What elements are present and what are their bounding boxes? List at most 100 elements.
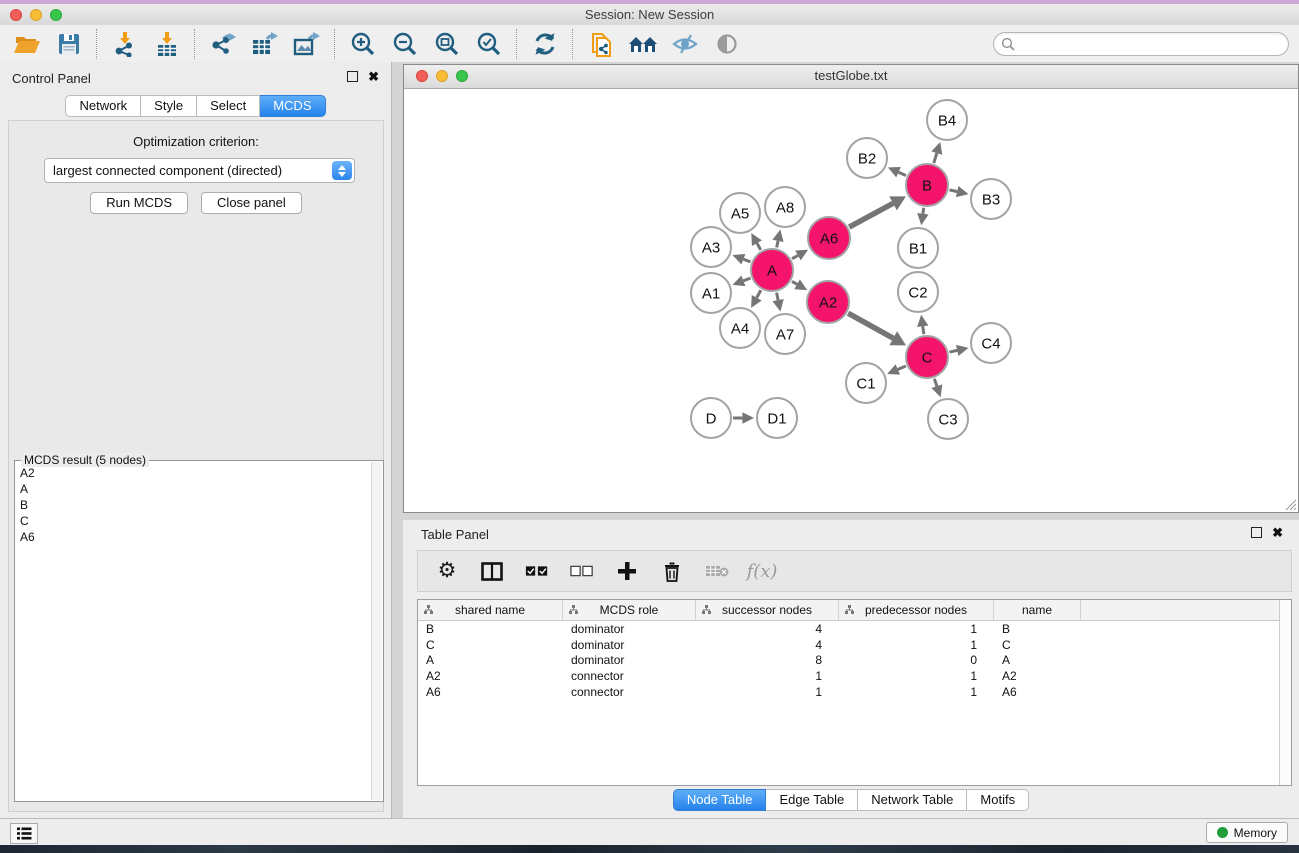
task-history-button[interactable] <box>10 823 38 844</box>
graph-edge-B-B3[interactable] <box>949 190 957 192</box>
hide-eye-icon[interactable] <box>670 30 700 58</box>
refresh-icon[interactable] <box>530 30 560 58</box>
graph-edge-arrowhead <box>917 315 928 327</box>
home-icon[interactable] <box>628 30 658 58</box>
tab-node-table[interactable]: Node Table <box>673 789 767 811</box>
graph-node-label: A6 <box>820 231 838 248</box>
import-table-icon[interactable] <box>152 30 182 58</box>
cell-successor-nodes: 4 <box>696 638 839 652</box>
graph-edge-A6-B[interactable] <box>849 203 893 227</box>
mcds-result-item[interactable]: C <box>16 513 372 529</box>
graph-edge-A-A5[interactable] <box>757 243 761 250</box>
graph-edge-B-B4[interactable] <box>934 153 937 163</box>
graph-edge-C-C3[interactable] <box>934 379 937 386</box>
graph-edge-A-A8[interactable] <box>777 241 778 248</box>
cell-name: A2 <box>994 669 1081 683</box>
mcds-result-item[interactable]: A2 <box>16 465 372 481</box>
gear-icon[interactable]: ⚙ <box>435 559 459 583</box>
mcds-result-item[interactable]: B <box>16 497 372 513</box>
float-icon[interactable] <box>1251 527 1262 538</box>
graph-edge-A-A3[interactable] <box>743 259 750 262</box>
export-network-icon[interactable] <box>208 30 238 58</box>
search-input[interactable] <box>1019 36 1280 52</box>
run-mcds-button[interactable]: Run MCDS <box>90 192 188 214</box>
graph-edge-C-C4[interactable] <box>949 350 957 352</box>
desktop-background-bottom <box>0 845 1299 853</box>
resize-grip-icon[interactable] <box>1284 498 1297 511</box>
graph-edge-B-B1[interactable] <box>923 208 924 214</box>
list-icon <box>17 827 32 840</box>
memory-status-icon <box>1217 827 1228 838</box>
search-field[interactable] <box>993 32 1289 56</box>
table-row[interactable]: A6 connector 1 1 A6 <box>418 684 1291 700</box>
float-icon[interactable] <box>347 71 358 82</box>
zoom-fit-icon[interactable] <box>432 30 462 58</box>
application-window: Session: New Session <box>0 0 1299 853</box>
cell-shared-name: B <box>418 622 563 636</box>
table-header-row: shared name MCDS role successor nodes pr… <box>418 600 1291 621</box>
column-header-name[interactable]: name <box>994 600 1081 620</box>
tab-mcds[interactable]: MCDS <box>260 95 325 117</box>
graph-edge-C-C1[interactable] <box>898 366 906 369</box>
main-titlebar: Session: New Session <box>0 4 1299 26</box>
graph-edge-B-B2[interactable] <box>899 172 906 175</box>
select-stepper-icon <box>332 161 352 180</box>
tab-motifs[interactable]: Motifs <box>967 789 1029 811</box>
zoom-selected-icon[interactable] <box>474 30 504 58</box>
add-column-icon[interactable] <box>615 559 639 583</box>
function-icon[interactable]: f(x) <box>750 559 774 583</box>
close-icon[interactable]: ✖ <box>1272 528 1283 537</box>
export-table-icon[interactable] <box>250 30 280 58</box>
graph-node-label: A7 <box>776 327 794 344</box>
open-folder-icon[interactable] <box>12 30 42 58</box>
tab-edge-table[interactable]: Edge Table <box>766 789 858 811</box>
graph-edge-A-A7[interactable] <box>777 293 779 301</box>
control-panel-header: Control Panel ✖ <box>0 62 391 92</box>
save-icon[interactable] <box>54 30 84 58</box>
graph-node-label: C1 <box>856 376 875 393</box>
graph-node-label: B4 <box>938 113 956 130</box>
graph-node-label: D <box>706 411 717 428</box>
zoom-out-icon[interactable] <box>390 30 420 58</box>
tab-style[interactable]: Style <box>141 95 197 117</box>
graph-edge-C-C2[interactable] <box>923 326 924 334</box>
delete-column-icon[interactable] <box>660 559 684 583</box>
graph-edge-A-A2[interactable] <box>792 281 797 284</box>
graph-edge-A-A4[interactable] <box>757 290 761 298</box>
table-row[interactable]: A dominator 8 0 A <box>418 653 1291 669</box>
cell-name: A <box>994 653 1081 667</box>
mcds-result-item[interactable]: A <box>16 481 372 497</box>
close-panel-button[interactable]: Close panel <box>201 192 302 214</box>
duplicate-network-icon[interactable] <box>586 30 616 58</box>
tab-network-table[interactable]: Network Table <box>858 789 967 811</box>
table-row[interactable]: C dominator 4 1 C <box>418 637 1291 653</box>
graph-edge-A2-C[interactable] <box>848 313 893 338</box>
cell-name: B <box>994 622 1081 636</box>
select-all-columns-icon[interactable] <box>525 559 549 583</box>
table-row[interactable]: B dominator 4 1 B <box>418 621 1291 637</box>
export-image-icon[interactable] <box>292 30 322 58</box>
column-header-shared-name[interactable]: shared name <box>418 600 563 620</box>
mcds-result-item[interactable]: A6 <box>16 529 372 545</box>
table-row[interactable]: A2 connector 1 1 A2 <box>418 668 1291 684</box>
graph-edge-A-A6[interactable] <box>792 255 798 258</box>
table-panel-header: Table Panel ✖ <box>403 520 1299 546</box>
eye-icon[interactable] <box>712 30 742 58</box>
result-scrollbar[interactable] <box>371 462 382 800</box>
close-icon[interactable]: ✖ <box>368 72 379 81</box>
column-header-predecessor-nodes[interactable]: predecessor nodes <box>839 600 994 620</box>
criterion-select[interactable]: largest connected component (directed) <box>44 158 355 183</box>
import-network-icon[interactable] <box>110 30 140 58</box>
table-scrollbar[interactable] <box>1279 600 1291 785</box>
graph-edge-A-A1[interactable] <box>743 278 750 281</box>
unselect-columns-icon[interactable] <box>570 559 594 583</box>
tab-network[interactable]: Network <box>65 95 141 117</box>
delete-table-icon[interactable] <box>705 559 729 583</box>
tab-select[interactable]: Select <box>197 95 260 117</box>
column-header-successor-nodes[interactable]: successor nodes <box>696 600 839 620</box>
network-canvas[interactable]: B4B2BB3A8A5A6A3B1AA1C2A2A4A7C4CC1DD1C3 <box>404 89 1298 512</box>
zoom-in-icon[interactable] <box>348 30 378 58</box>
column-header-mcds-role[interactable]: MCDS role <box>563 600 696 620</box>
memory-button[interactable]: Memory <box>1206 822 1288 843</box>
split-view-icon[interactable] <box>480 559 504 583</box>
